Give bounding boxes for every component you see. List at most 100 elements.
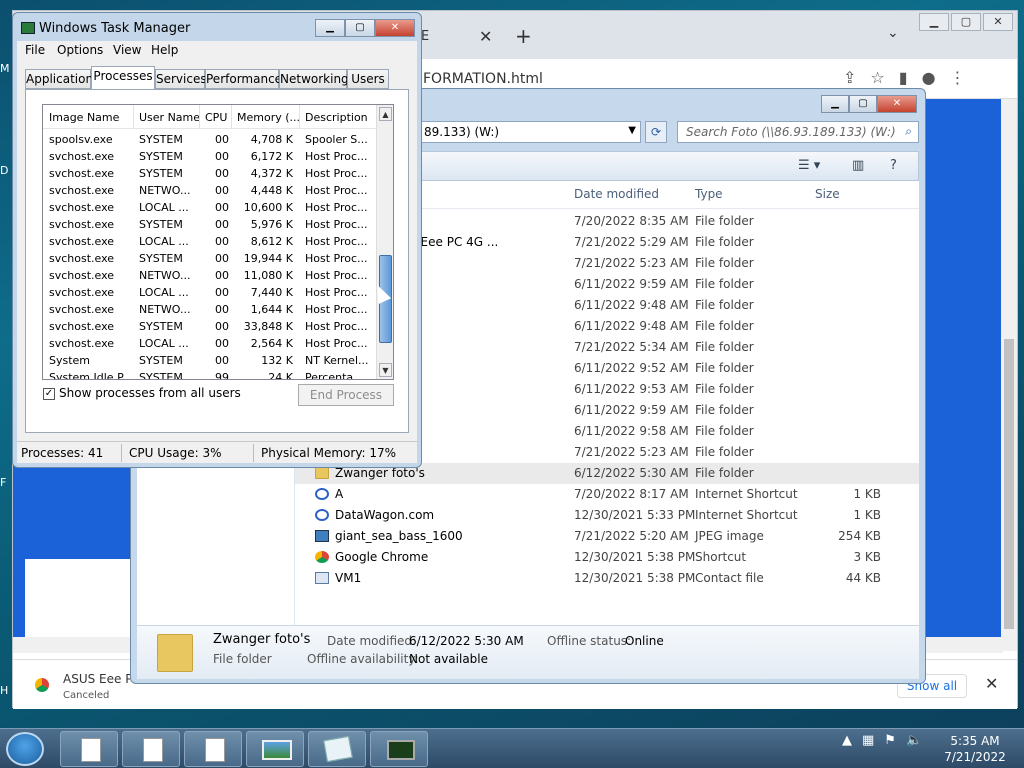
close-download-bar-icon[interactable]: ✕ <box>985 674 998 693</box>
column-memory[interactable]: Memory (... <box>237 111 300 124</box>
download-item-name[interactable]: ASUS Eee P <box>63 672 132 686</box>
tab-services[interactable]: Services <box>155 69 207 89</box>
menu-view[interactable]: View <box>113 43 141 57</box>
minimize-button[interactable]: ▁ <box>919 13 949 31</box>
desktop-icon-label[interactable]: M <box>0 62 10 75</box>
process-memory: 4,448 K <box>250 184 293 197</box>
menu-options[interactable]: Options <box>57 43 103 57</box>
address-bar[interactable]: FORMATION.html <box>423 71 543 87</box>
refresh-icon[interactable]: ⟳ <box>645 121 667 143</box>
jpeg-icon <box>315 530 329 542</box>
file-name: DataWagon.com <box>335 508 435 522</box>
process-row[interactable]: svchost.exe NETWO... 00 4,448 K Host Proc... <box>43 182 377 199</box>
desktop-icon-label[interactable]: F <box>0 476 10 489</box>
process-row[interactable]: System Idle P... SYSTEM 99 24 K Percenta... <box>43 369 377 379</box>
clock[interactable]: 5:35 AM 7/21/2022 <box>940 733 1010 765</box>
file-list-row[interactable]: giant_sea_bass_1600 7/21/2022 5:20 AM JPEG… <box>295 526 919 547</box>
search-icon[interactable]: ⌕ <box>905 124 912 139</box>
file-list-row[interactable]: VM1 12/30/2021 5:38 PM Contact file 44 KB <box>295 568 919 589</box>
scrollbar-thumb[interactable] <box>1004 339 1014 629</box>
volume-icon[interactable]: 🔈 <box>906 733 922 748</box>
process-row[interactable]: svchost.exe NETWO... 00 11,080 K Host Proc..… <box>43 267 377 284</box>
close-button[interactable]: ✕ <box>877 95 917 113</box>
taskbar-button-task-manager[interactable] <box>370 731 428 767</box>
contact-icon <box>315 572 329 584</box>
desktop-icon-label[interactable]: H <box>0 684 10 697</box>
scroll-up-icon[interactable]: ▲ <box>379 107 392 121</box>
task-manager-icon <box>387 740 415 760</box>
process-row[interactable]: svchost.exe SYSTEM 00 5,976 K Host Proc... <box>43 216 377 233</box>
menu-help[interactable]: Help <box>151 43 178 57</box>
help-icon[interactable]: ? <box>890 158 897 173</box>
show-all-users-checkbox[interactable]: ✓ <box>43 388 55 400</box>
minimize-button[interactable]: ▁ <box>821 95 849 113</box>
bookmark-star-icon[interactable]: ☆ <box>870 68 884 87</box>
show-hidden-icons-icon[interactable]: ▲ <box>842 733 852 748</box>
show-all-users-label[interactable]: Show processes from all users <box>59 386 241 400</box>
process-row[interactable]: svchost.exe LOCAL ... 00 7,440 K Host Proc..… <box>43 284 377 301</box>
taskbar-button-notepad[interactable] <box>308 731 366 767</box>
process-list-scrollbar[interactable]: ▲ ▼ <box>376 105 393 379</box>
file-size: 3 KB <box>853 550 881 564</box>
maximize-button[interactable]: ▢ <box>345 19 375 37</box>
action-center-icon[interactable]: ⚑ <box>884 733 896 748</box>
menu-file[interactable]: File <box>25 43 45 57</box>
tab-processes[interactable]: Processes <box>91 66 155 90</box>
column-description[interactable]: Description <box>305 111 368 124</box>
column-type[interactable]: Type <box>695 187 723 201</box>
chrome-tab-title[interactable]: E <box>421 29 429 44</box>
new-tab-icon[interactable]: + <box>515 24 532 48</box>
start-button[interactable] <box>6 732 44 766</box>
tab-networking[interactable]: Networking <box>279 69 349 89</box>
process-row[interactable]: svchost.exe NETWO... 00 1,644 K Host Proc... <box>43 301 377 318</box>
process-row[interactable]: spoolsv.exe SYSTEM 00 4,708 K Spooler S... <box>43 131 377 148</box>
end-process-button[interactable]: End Process <box>298 384 394 406</box>
scroll-down-icon[interactable]: ▼ <box>379 363 392 377</box>
side-panel-icon[interactable]: ▮ <box>899 68 908 87</box>
maximize-button[interactable]: ▢ <box>849 95 877 113</box>
maximize-button[interactable]: ▢ <box>951 13 981 31</box>
minimize-button[interactable]: ▁ <box>315 19 345 37</box>
file-date-modified: 12/30/2021 5:38 PM <box>574 571 696 585</box>
file-list-row[interactable]: DataWagon.com 12/30/2021 5:33 PM Internet … <box>295 505 919 526</box>
process-row[interactable]: svchost.exe LOCAL ... 00 8,612 K Host Proc..… <box>43 233 377 250</box>
taskbar-button-explorer[interactable] <box>246 731 304 767</box>
process-memory: 2,564 K <box>250 337 293 350</box>
close-button[interactable]: ✕ <box>983 13 1013 31</box>
tab-users[interactable]: Users <box>347 69 389 89</box>
page-vertical-scrollbar[interactable] <box>1001 99 1017 651</box>
process-row[interactable]: svchost.exe SYSTEM 00 6,172 K Host Proc... <box>43 148 377 165</box>
more-menu-icon[interactable]: ⋮ <box>950 68 966 87</box>
process-row[interactable]: svchost.exe LOCAL ... 00 10,600 K Host Proc.… <box>43 199 377 216</box>
process-row[interactable]: svchost.exe SYSTEM 00 4,372 K Host Proc... <box>43 165 377 182</box>
taskbar-button-document[interactable] <box>122 731 180 767</box>
process-row[interactable]: svchost.exe SYSTEM 00 33,848 K Host Proc... <box>43 318 377 335</box>
process-row[interactable]: svchost.exe SYSTEM 00 19,944 K Host Proc... <box>43 250 377 267</box>
tab-performance[interactable]: Performance <box>205 69 282 89</box>
column-size[interactable]: Size <box>815 187 840 201</box>
tab-applications[interactable]: Applications <box>25 69 99 89</box>
network-icon[interactable]: ▦ <box>862 733 874 748</box>
column-date-modified[interactable]: Date modified <box>574 187 659 201</box>
taskbar-button-document[interactable] <box>184 731 242 767</box>
process-row[interactable]: System SYSTEM 00 132 K NT Kernel... <box>43 352 377 369</box>
task-manager-icon <box>21 22 35 34</box>
desktop-icon-label[interactable]: D <box>0 164 10 177</box>
file-list-row[interactable]: Google Chrome 12/30/2021 5:38 PM Shortcut 3… <box>295 547 919 568</box>
view-options-icon[interactable]: ☰ ▾ <box>798 158 820 173</box>
preview-pane-icon[interactable]: ▥ <box>852 158 864 173</box>
chevron-down-icon[interactable]: ⌄ <box>887 25 899 41</box>
taskbar-button-document[interactable] <box>60 731 118 767</box>
search-input[interactable]: Search Foto (\\86.93.189.133) (W:) ⌕ <box>677 121 919 143</box>
column-image-name[interactable]: Image Name <box>49 111 119 124</box>
chevron-down-icon[interactable]: ▼ <box>628 125 636 136</box>
profile-avatar-icon[interactable]: ● <box>922 68 936 87</box>
close-tab-icon[interactable]: ✕ <box>479 27 492 46</box>
column-cpu[interactable]: CPU <box>205 111 227 124</box>
chrome-icon <box>35 678 49 692</box>
file-list-row[interactable]: A 7/20/2022 8:17 AM Internet Shortcut 1 KB <box>295 484 919 505</box>
close-button[interactable]: ✕ <box>375 19 415 37</box>
column-user-name[interactable]: User Name <box>139 111 200 124</box>
process-row[interactable]: svchost.exe LOCAL ... 00 2,564 K Host Proc..… <box>43 335 377 352</box>
share-icon[interactable]: ⇪ <box>843 68 856 87</box>
